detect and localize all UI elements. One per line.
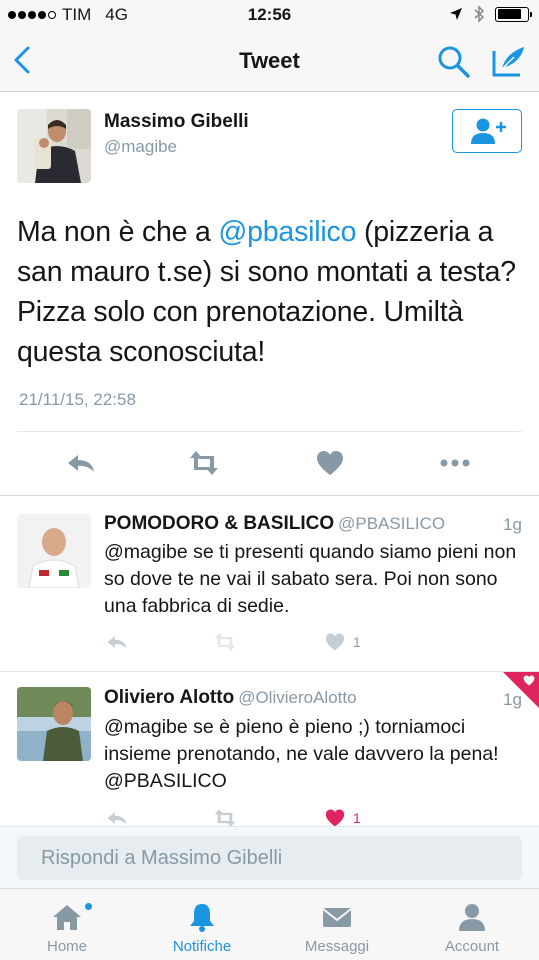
reply-header: POMODORO & BASILICO @PBASILICO — [104, 513, 445, 535]
nav-bar: Tweet — [0, 30, 539, 92]
mention-link[interactable]: @pbasilico — [218, 216, 356, 248]
reply-icon — [107, 636, 127, 649]
reply-input[interactable] — [17, 836, 522, 880]
tab-home[interactable]: Home — [0, 889, 134, 960]
tab-messages[interactable]: Messaggi — [270, 889, 404, 960]
retweet-icon — [214, 633, 236, 651]
tweet-text: Ma non è che a @pbasilico (pizzeria a sa… — [17, 212, 527, 372]
add-user-icon — [471, 118, 506, 144]
like-icon[interactable] — [313, 448, 347, 478]
reply-tweet[interactable]: Oliviero Alotto @OlivieroAlotto 1g @magib… — [0, 672, 539, 826]
retweet-icon — [214, 809, 236, 826]
avatar[interactable] — [17, 514, 91, 588]
reply-text: @magibe se è pieno è pieno ;) torniamoci… — [104, 716, 499, 792]
reply-header: Oliviero Alotto @OlivieroAlotto — [104, 687, 357, 709]
divider — [17, 431, 522, 432]
home-icon — [53, 905, 81, 930]
retweet-button[interactable] — [211, 807, 239, 826]
bluetooth-icon — [474, 5, 485, 23]
reply-icon[interactable] — [64, 448, 98, 478]
avatar[interactable] — [17, 109, 91, 183]
like-button[interactable]: 1 — [323, 631, 361, 653]
reply-author-handle[interactable]: @OlivieroAlotto — [238, 688, 356, 707]
reply-button[interactable] — [104, 807, 130, 826]
person-icon — [459, 904, 485, 931]
reply-button[interactable] — [104, 631, 130, 653]
tab-label: Messaggi — [304, 938, 370, 955]
search-icon[interactable] — [436, 44, 472, 78]
retweet-icon[interactable] — [187, 448, 221, 478]
notification-dot — [84, 902, 93, 911]
reply-time: 1g — [503, 515, 522, 534]
tab-account[interactable]: Account — [405, 889, 539, 960]
status-icons — [449, 5, 532, 23]
tab-label: Account — [444, 938, 500, 955]
reply-author-name[interactable]: Oliviero Alotto — [104, 687, 234, 708]
author-handle[interactable]: @magibe — [104, 137, 177, 157]
reply-author-name[interactable]: POMODORO & BASILICO — [104, 513, 334, 534]
tab-notifications[interactable]: Notifiche — [135, 889, 269, 960]
more-icon[interactable] — [438, 448, 472, 478]
retweet-button[interactable] — [211, 631, 239, 653]
compose-icon[interactable] — [488, 43, 528, 79]
battery-icon — [495, 6, 532, 22]
envelope-icon — [322, 908, 352, 927]
reply-author-handle[interactable]: @PBASILICO — [338, 514, 445, 533]
status-bar: TIM 4G 12:56 — [0, 0, 539, 30]
avatar[interactable] — [17, 687, 91, 761]
tweet-date: 21/11/15, 22:58 — [19, 390, 136, 409]
reply-tweet[interactable]: POMODORO & BASILICO @PBASILICO 1g @magibe… — [0, 496, 539, 672]
tab-bar: Home Notifiche Messaggi Account — [0, 888, 539, 960]
tab-label: Home — [46, 938, 87, 955]
heart-icon — [325, 809, 345, 826]
location-arrow-icon — [450, 8, 462, 20]
author-name[interactable]: Massimo Gibelli — [104, 111, 249, 133]
like-button[interactable]: 1 — [323, 807, 361, 826]
main-tweet: Massimo Gibelli @magibe Ma non è che a @… — [0, 92, 539, 496]
heart-icon — [523, 675, 535, 686]
tab-label: Notifiche — [172, 938, 232, 955]
heart-icon — [325, 633, 345, 651]
tweet-text-start: Ma non è che a — [17, 216, 219, 248]
reply-text: @magibe se ti presenti quando siamo pien… — [104, 541, 517, 617]
reply-time: 1g — [503, 690, 522, 709]
like-count: 1 — [353, 810, 361, 826]
like-count: 1 — [353, 634, 361, 650]
reply-bar — [0, 826, 539, 888]
reply-icon — [107, 812, 127, 825]
follow-button[interactable] — [452, 109, 522, 153]
bell-icon — [190, 904, 214, 932]
